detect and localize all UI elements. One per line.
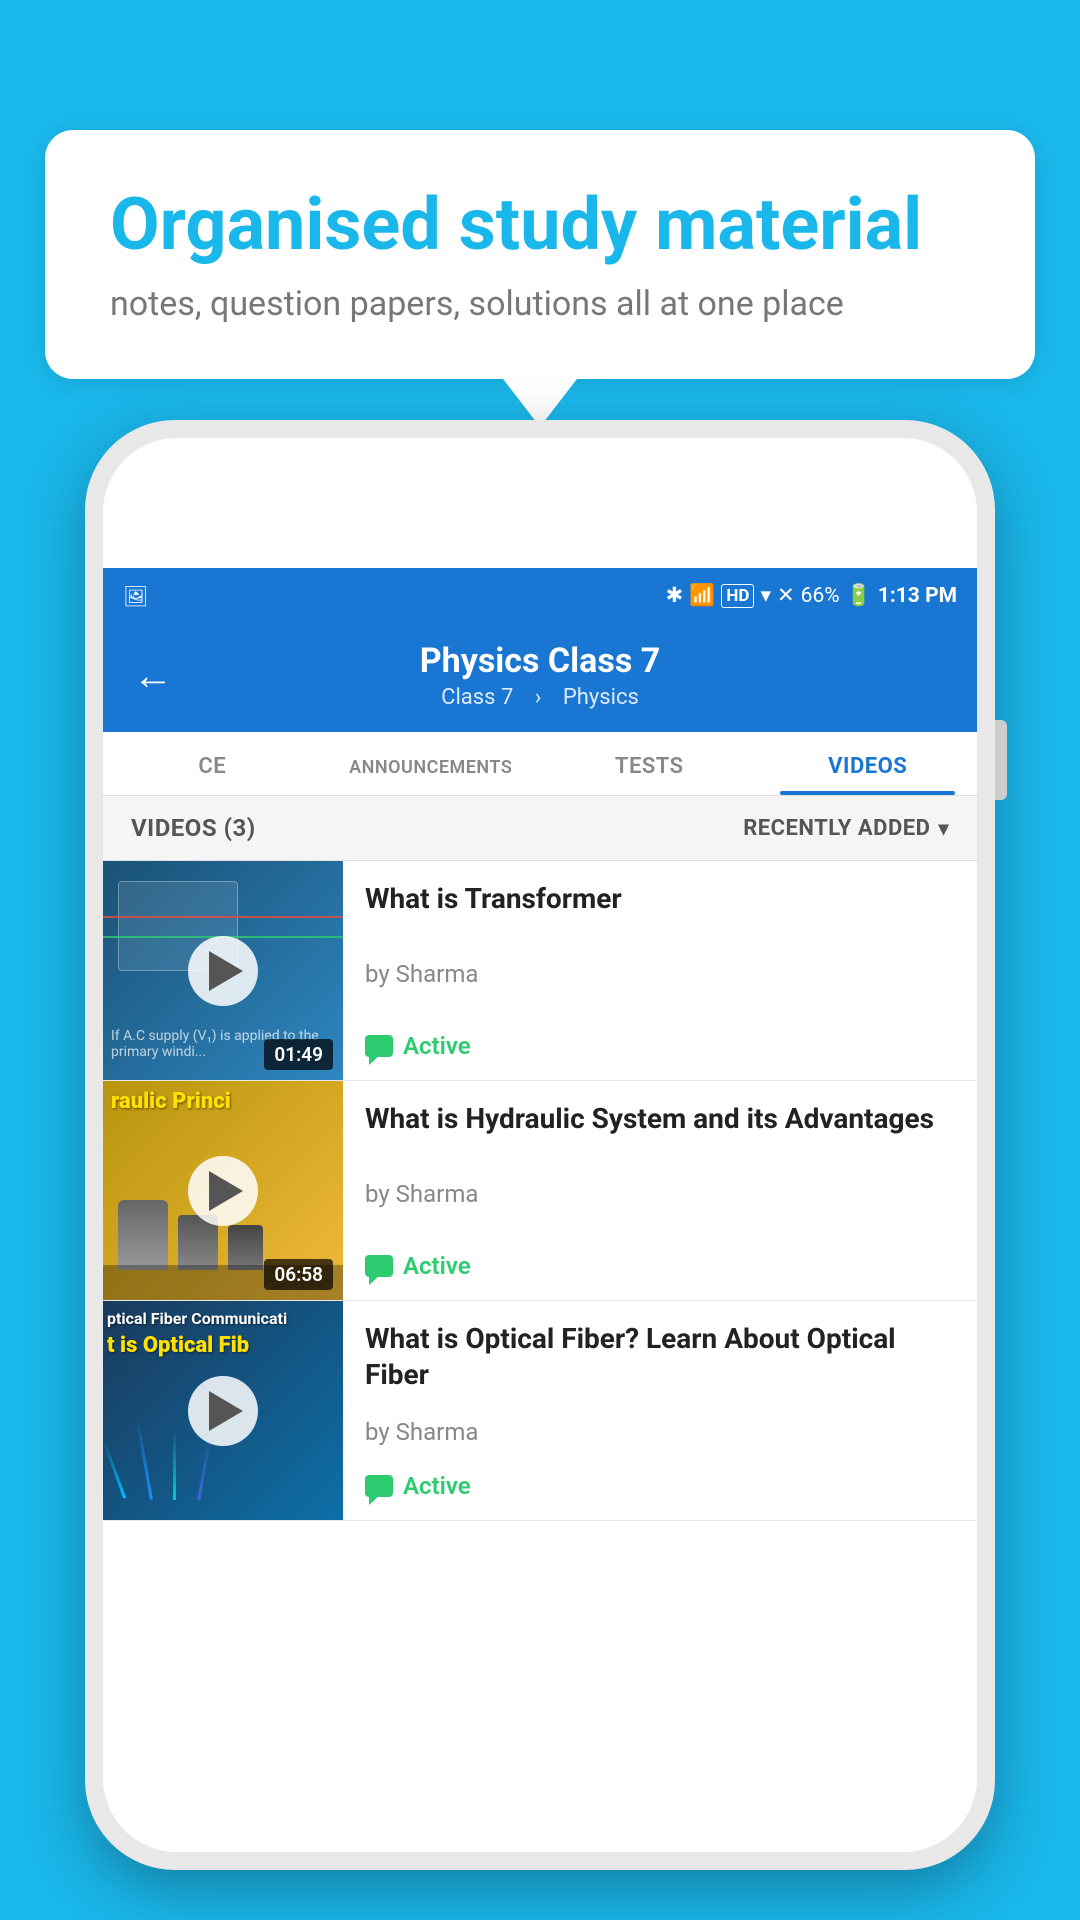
video-author-2: by Sharma — [365, 1180, 955, 1208]
bubble-title: Organised study material — [110, 185, 970, 264]
signal-x-icon: ✕ — [777, 583, 795, 608]
tab-videos[interactable]: VIDEOS — [759, 732, 978, 795]
play-icon-2 — [209, 1171, 243, 1211]
video-count: VIDEOS (3) — [131, 814, 256, 842]
tabs-bar: CE ANNOUNCEMENTS TESTS VIDEOS — [103, 732, 977, 796]
chat-icon-1 — [365, 1035, 393, 1057]
hydraulic-thumb-text: raulic Princi — [111, 1089, 335, 1114]
video-status-3: Active — [365, 1472, 955, 1500]
status-bar: 🖼 ✱ 📶 HD ▾ ✕ 66% 🔋 1:13 PM — [103, 568, 977, 623]
optical-thumb-line1: ptical Fiber Communicati — [107, 1309, 339, 1328]
cylinder-3 — [228, 1225, 263, 1270]
chat-icon-3 — [365, 1475, 393, 1497]
play-icon-1 — [209, 951, 243, 991]
sort-label: RECENTLY ADDED — [743, 816, 930, 841]
status-label-3: Active — [403, 1472, 471, 1500]
video-title-2: What is Hydraulic System and its Advanta… — [365, 1101, 955, 1137]
play-button-3[interactable] — [188, 1376, 258, 1446]
hydraulic-text-overlay: raulic Princi — [103, 1089, 343, 1114]
duration-badge-2: 06:58 — [264, 1259, 333, 1290]
breadcrumb-subject: Physics — [563, 685, 639, 710]
fiber-2 — [136, 1420, 153, 1499]
time-display: 1:13 PM — [878, 584, 957, 608]
phone-outer: 🖼 ✱ 📶 HD ▾ ✕ 66% 🔋 1:13 PM ← — [85, 420, 995, 1870]
video-author-1: by Sharma — [365, 960, 955, 988]
optical-text-overlay: ptical Fiber Communicati t is Optical Fi… — [107, 1309, 339, 1358]
list-header: VIDEOS (3) RECENTLY ADDED ▾ — [103, 796, 977, 861]
signal-icon: 📶 — [689, 584, 715, 608]
video-author-3: by Sharma — [365, 1418, 955, 1446]
tab-tests[interactable]: TESTS — [540, 732, 759, 795]
optical-thumb-line2: t is Optical Fib — [107, 1333, 339, 1358]
fiber-1 — [103, 1441, 126, 1498]
fiber-4 — [197, 1435, 211, 1500]
image-icon: 🖼 — [123, 584, 148, 608]
video-title-1: What is Transformer — [365, 881, 955, 917]
bubble-subtitle: notes, question papers, solutions all at… — [110, 284, 970, 324]
breadcrumb-class: Class 7 — [441, 685, 513, 710]
chat-icon-2 — [365, 1255, 393, 1277]
cylinder-1 — [118, 1200, 168, 1270]
status-label-2: Active — [403, 1252, 471, 1280]
battery-icon: 🔋 — [846, 584, 872, 608]
video-thumb-2: raulic Princi 06:58 — [103, 1081, 343, 1300]
video-item-1[interactable]: If A.C supply (V₁) is applied to the pri… — [103, 861, 977, 1081]
phone-inner: 🖼 ✱ 📶 HD ▾ ✕ 66% 🔋 1:13 PM ← — [103, 438, 977, 1852]
play-button-1[interactable] — [188, 936, 258, 1006]
speech-bubble: Organised study material notes, question… — [45, 130, 1035, 379]
tab-announcements[interactable]: ANNOUNCEMENTS — [322, 732, 541, 795]
bluetooth-icon: ✱ — [666, 583, 684, 608]
breadcrumb-separator: › — [535, 685, 542, 710]
video-status-1: Active — [365, 1032, 955, 1060]
phone-mockup: 🖼 ✱ 📶 HD ▾ ✕ 66% 🔋 1:13 PM ← — [85, 420, 995, 1920]
chevron-down-icon: ▾ — [938, 816, 949, 840]
sort-button[interactable]: RECENTLY ADDED ▾ — [743, 816, 949, 841]
app-bar: ← Physics Class 7 Class 7 › Physics — [103, 623, 977, 732]
video-item-3[interactable]: ptical Fiber Communicati t is Optical Fi… — [103, 1301, 977, 1521]
wifi-icon: ▾ — [760, 583, 771, 608]
wire-1 — [103, 916, 343, 918]
app-bar-title-group: Physics Class 7 Class 7 › Physics — [197, 641, 883, 710]
screen: 🖼 ✱ 📶 HD ▾ ✕ 66% 🔋 1:13 PM ← — [103, 568, 977, 1852]
app-bar-title: Physics Class 7 — [197, 641, 883, 681]
fiber-3 — [173, 1430, 176, 1500]
back-button[interactable]: ← — [133, 652, 173, 699]
hd-badge: HD — [721, 584, 754, 608]
video-thumb-1: If A.C supply (V₁) is applied to the pri… — [103, 861, 343, 1080]
video-info-1: What is Transformer by Sharma Active — [343, 861, 977, 1080]
app-bar-breadcrumb: Class 7 › Physics — [197, 685, 883, 710]
duration-badge-1: 01:49 — [264, 1039, 333, 1070]
video-info-3: What is Optical Fiber? Learn About Optic… — [343, 1301, 977, 1520]
status-left-icons: 🖼 — [123, 584, 148, 608]
phone-side-button — [995, 720, 1007, 800]
play-icon-3 — [209, 1391, 243, 1431]
video-thumb-3: ptical Fiber Communicati t is Optical Fi… — [103, 1301, 343, 1520]
status-right: ✱ 📶 HD ▾ ✕ 66% 🔋 1:13 PM — [666, 583, 957, 608]
video-item-2[interactable]: raulic Princi 06:58 — [103, 1081, 977, 1301]
video-info-2: What is Hydraulic System and its Advanta… — [343, 1081, 977, 1300]
video-status-2: Active — [365, 1252, 955, 1280]
play-button-2[interactable] — [188, 1156, 258, 1226]
video-title-3: What is Optical Fiber? Learn About Optic… — [365, 1321, 955, 1394]
battery-percent: 66% — [801, 584, 840, 608]
status-label-1: Active — [403, 1032, 471, 1060]
tab-ce[interactable]: CE — [103, 732, 322, 795]
